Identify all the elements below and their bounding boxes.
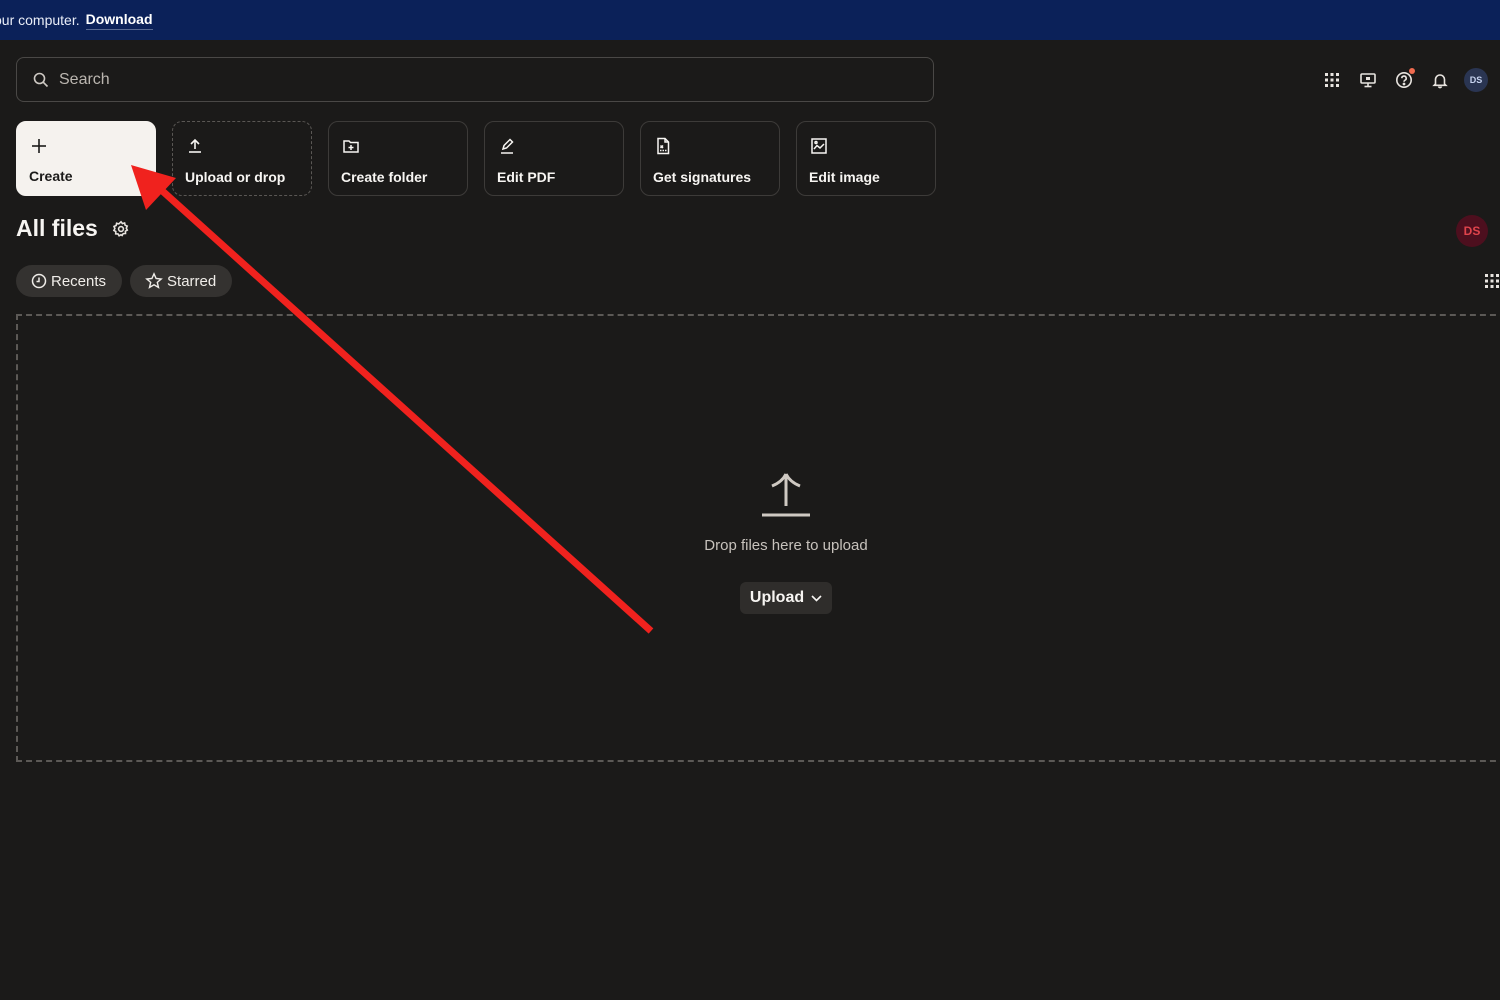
account-avatar-initials: DS xyxy=(1464,68,1488,92)
grid-view-icon xyxy=(1485,274,1499,288)
upload-arrow-icon xyxy=(762,473,810,517)
create-button[interactable]: Create xyxy=(16,121,156,196)
edit-image-button[interactable]: Edit image xyxy=(796,121,936,196)
download-banner: our computer. Download xyxy=(0,0,1500,40)
signature-doc-icon xyxy=(657,137,670,155)
page-title: All files xyxy=(16,215,98,241)
chevron-down-icon xyxy=(811,594,822,602)
filter-chips: Recents Starred xyxy=(16,265,240,297)
recents-filter[interactable]: Recents xyxy=(16,265,123,297)
search-bar[interactable] xyxy=(16,57,934,102)
drop-zone-content: Drop files here to upload xyxy=(686,470,886,554)
member-avatar[interactable]: DS xyxy=(1456,215,1488,247)
create-folder-button[interactable]: Create folder xyxy=(328,121,468,196)
desktop-app-icon[interactable] xyxy=(1356,68,1380,92)
get-signatures-button[interactable]: Get signatures xyxy=(640,121,780,196)
quick-actions: Create Upload or drop Create folder Edit… xyxy=(16,121,952,196)
edit-image-label: Edit image xyxy=(809,169,880,185)
search-input[interactable] xyxy=(57,69,911,90)
upload-button[interactable]: Upload xyxy=(740,582,832,614)
plus-icon xyxy=(32,139,46,153)
search-icon xyxy=(33,72,49,87)
edit-pdf-button[interactable]: Edit PDF xyxy=(484,121,624,196)
notification-dot xyxy=(1409,68,1415,74)
apps-grid-icon[interactable] xyxy=(1320,68,1344,92)
upload-icon xyxy=(189,138,201,153)
create-folder-label: Create folder xyxy=(341,169,428,185)
create-label: Create xyxy=(29,168,73,184)
banner-message: our computer. xyxy=(0,12,80,28)
upload-or-drop-label: Upload or drop xyxy=(185,169,286,185)
grid-view-toggle[interactable] xyxy=(1484,273,1500,294)
recents-label: Recents xyxy=(51,272,107,290)
clock-icon xyxy=(31,273,47,289)
starred-filter[interactable]: Starred xyxy=(130,265,233,297)
folder-plus-icon xyxy=(343,140,359,153)
starred-label: Starred xyxy=(167,272,217,290)
gear-icon[interactable] xyxy=(112,220,130,238)
notifications-bell-icon[interactable] xyxy=(1428,68,1452,92)
top-nav-icons: DS U xyxy=(1320,68,1500,92)
page-heading: All files xyxy=(16,215,130,242)
upload-or-drop-button[interactable]: Upload or drop xyxy=(172,121,312,196)
edit-pdf-label: Edit PDF xyxy=(497,169,556,185)
account-avatar[interactable]: DS xyxy=(1464,68,1488,92)
drop-zone-message: Drop files here to upload xyxy=(704,537,868,554)
get-signatures-label: Get signatures xyxy=(653,169,752,185)
pencil-icon xyxy=(501,138,514,154)
download-link[interactable]: Download xyxy=(85,11,153,30)
star-icon xyxy=(145,272,163,289)
upload-button-label: Upload xyxy=(749,589,805,606)
help-icon[interactable] xyxy=(1392,68,1416,92)
image-edit-icon xyxy=(811,138,827,154)
